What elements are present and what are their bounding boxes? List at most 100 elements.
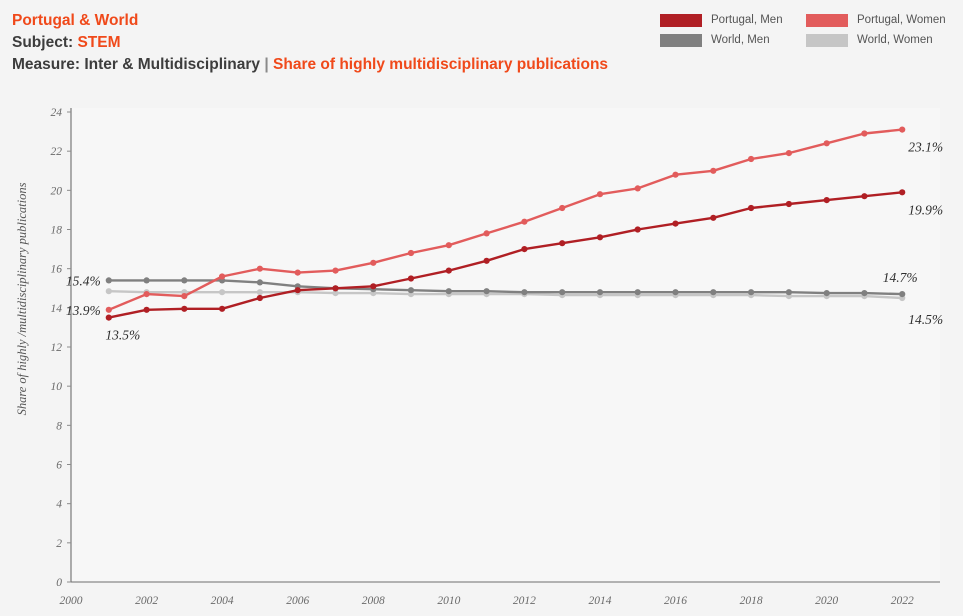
legend-swatch-icon — [660, 13, 702, 27]
legend-item-world-men[interactable]: World, Men — [660, 30, 798, 50]
x-tick-label: 2006 — [286, 595, 309, 607]
data-point[interactable] — [634, 185, 641, 192]
data-point[interactable] — [143, 306, 150, 313]
data-point[interactable] — [710, 289, 717, 296]
data-point[interactable] — [899, 126, 906, 133]
data-point[interactable] — [521, 246, 528, 253]
x-tick-label: 2016 — [664, 595, 687, 607]
header-subject-prefix: Subject: — [12, 34, 78, 51]
data-point[interactable] — [823, 290, 830, 297]
data-point[interactable] — [559, 240, 566, 247]
data-point[interactable] — [143, 291, 150, 298]
data-point[interactable] — [370, 259, 377, 266]
y-tick-label: 4 — [56, 499, 62, 511]
data-point[interactable] — [407, 287, 415, 294]
y-tick-label: 10 — [51, 381, 63, 393]
data-point[interactable] — [785, 150, 793, 157]
start-label-portugal-men: 13.5% — [105, 328, 140, 343]
data-point[interactable] — [861, 130, 868, 137]
data-point[interactable] — [483, 257, 490, 264]
data-point[interactable] — [445, 242, 452, 249]
legend-label: World, Women — [857, 34, 933, 46]
data-point[interactable] — [861, 290, 868, 297]
data-point[interactable] — [370, 283, 377, 290]
data-point[interactable] — [256, 265, 263, 272]
data-point[interactable] — [219, 289, 226, 296]
data-point[interactable] — [559, 204, 566, 212]
legend-item-portugal-women[interactable]: Portugal, Women — [806, 10, 946, 30]
data-point[interactable] — [407, 275, 415, 282]
data-point[interactable] — [256, 289, 263, 296]
data-point[interactable] — [445, 288, 452, 295]
data-point[interactable] — [294, 269, 301, 276]
data-point[interactable] — [256, 294, 263, 302]
y-tick-label: 8 — [56, 420, 62, 432]
data-point[interactable] — [899, 189, 906, 196]
data-point[interactable] — [105, 277, 112, 284]
data-point[interactable] — [785, 289, 793, 296]
header-measure-separator: | — [264, 56, 269, 73]
data-point[interactable] — [634, 289, 641, 296]
data-point[interactable] — [596, 191, 604, 198]
data-point[interactable] — [672, 171, 679, 178]
data-point[interactable] — [483, 288, 490, 295]
legend-label: Portugal, Men — [711, 14, 783, 26]
header-subject-line: Subject: STEM — [12, 32, 652, 54]
x-tick-label: 2014 — [588, 595, 611, 607]
data-point[interactable] — [710, 167, 717, 174]
legend-item-world-women[interactable]: World, Women — [806, 30, 944, 50]
data-point[interactable] — [899, 291, 906, 298]
data-point[interactable] — [748, 204, 755, 212]
data-point[interactable] — [710, 214, 717, 221]
data-point[interactable] — [105, 288, 112, 295]
data-point[interactable] — [105, 306, 112, 313]
data-point[interactable] — [181, 305, 188, 312]
y-axis-title: Share of highly /multidisciplinary publi… — [15, 182, 29, 415]
y-tick-label: 6 — [56, 460, 62, 472]
data-point[interactable] — [785, 200, 793, 208]
data-point[interactable] — [521, 218, 528, 225]
start-label-portugal-women: 13.9% — [66, 303, 101, 318]
data-point[interactable] — [672, 289, 679, 296]
data-point[interactable] — [407, 249, 415, 257]
start-label-world-men: 15.4% — [66, 273, 101, 288]
data-point[interactable] — [861, 193, 868, 200]
x-tick-label: 2018 — [740, 595, 763, 607]
data-point[interactable] — [521, 289, 528, 296]
legend-swatch-icon — [806, 13, 848, 27]
data-point[interactable] — [105, 314, 112, 321]
data-point[interactable] — [823, 140, 830, 147]
data-point[interactable] — [143, 277, 150, 284]
x-tick-label: 2012 — [513, 595, 536, 607]
data-point[interactable] — [596, 289, 604, 296]
y-tick-label: 14 — [51, 303, 63, 315]
y-tick-label: 0 — [56, 577, 62, 589]
data-point[interactable] — [748, 289, 755, 296]
data-point[interactable] — [256, 279, 263, 286]
data-point[interactable] — [748, 155, 755, 163]
chart-area: 0 2 4 6 8 10 12 14 16 18 20 22 24 2000 2002 2004 2006 200… — [0, 104, 963, 616]
data-point[interactable] — [445, 267, 452, 274]
data-point[interactable] — [332, 285, 339, 292]
legend-item-portugal-men[interactable]: Portugal, Men — [660, 10, 798, 30]
data-point[interactable] — [634, 226, 641, 233]
data-point[interactable] — [181, 293, 188, 300]
end-label-portugal-men: 19.9% — [908, 202, 943, 217]
data-point[interactable] — [823, 197, 830, 204]
end-label-portugal-women: 23.1% — [908, 140, 943, 155]
data-point[interactable] — [332, 267, 339, 274]
chart-legend: Portugal, Men Portugal, Women World, Men Wo… — [660, 10, 955, 50]
data-point[interactable] — [672, 220, 679, 227]
data-point[interactable] — [559, 289, 566, 296]
x-tick-label: 2004 — [211, 595, 234, 607]
data-point[interactable] — [483, 230, 490, 237]
data-point[interactable] — [219, 305, 226, 312]
data-point[interactable] — [181, 277, 188, 284]
data-point[interactable] — [596, 234, 604, 241]
legend-swatch-icon — [660, 33, 702, 47]
data-point[interactable] — [219, 273, 226, 280]
chart-header: Portugal & World Subject: STEM Measure: … — [12, 10, 652, 76]
data-point[interactable] — [294, 287, 301, 294]
end-label-world-women: 14.5% — [908, 312, 943, 327]
end-label-world-men: 14.7% — [883, 270, 918, 285]
